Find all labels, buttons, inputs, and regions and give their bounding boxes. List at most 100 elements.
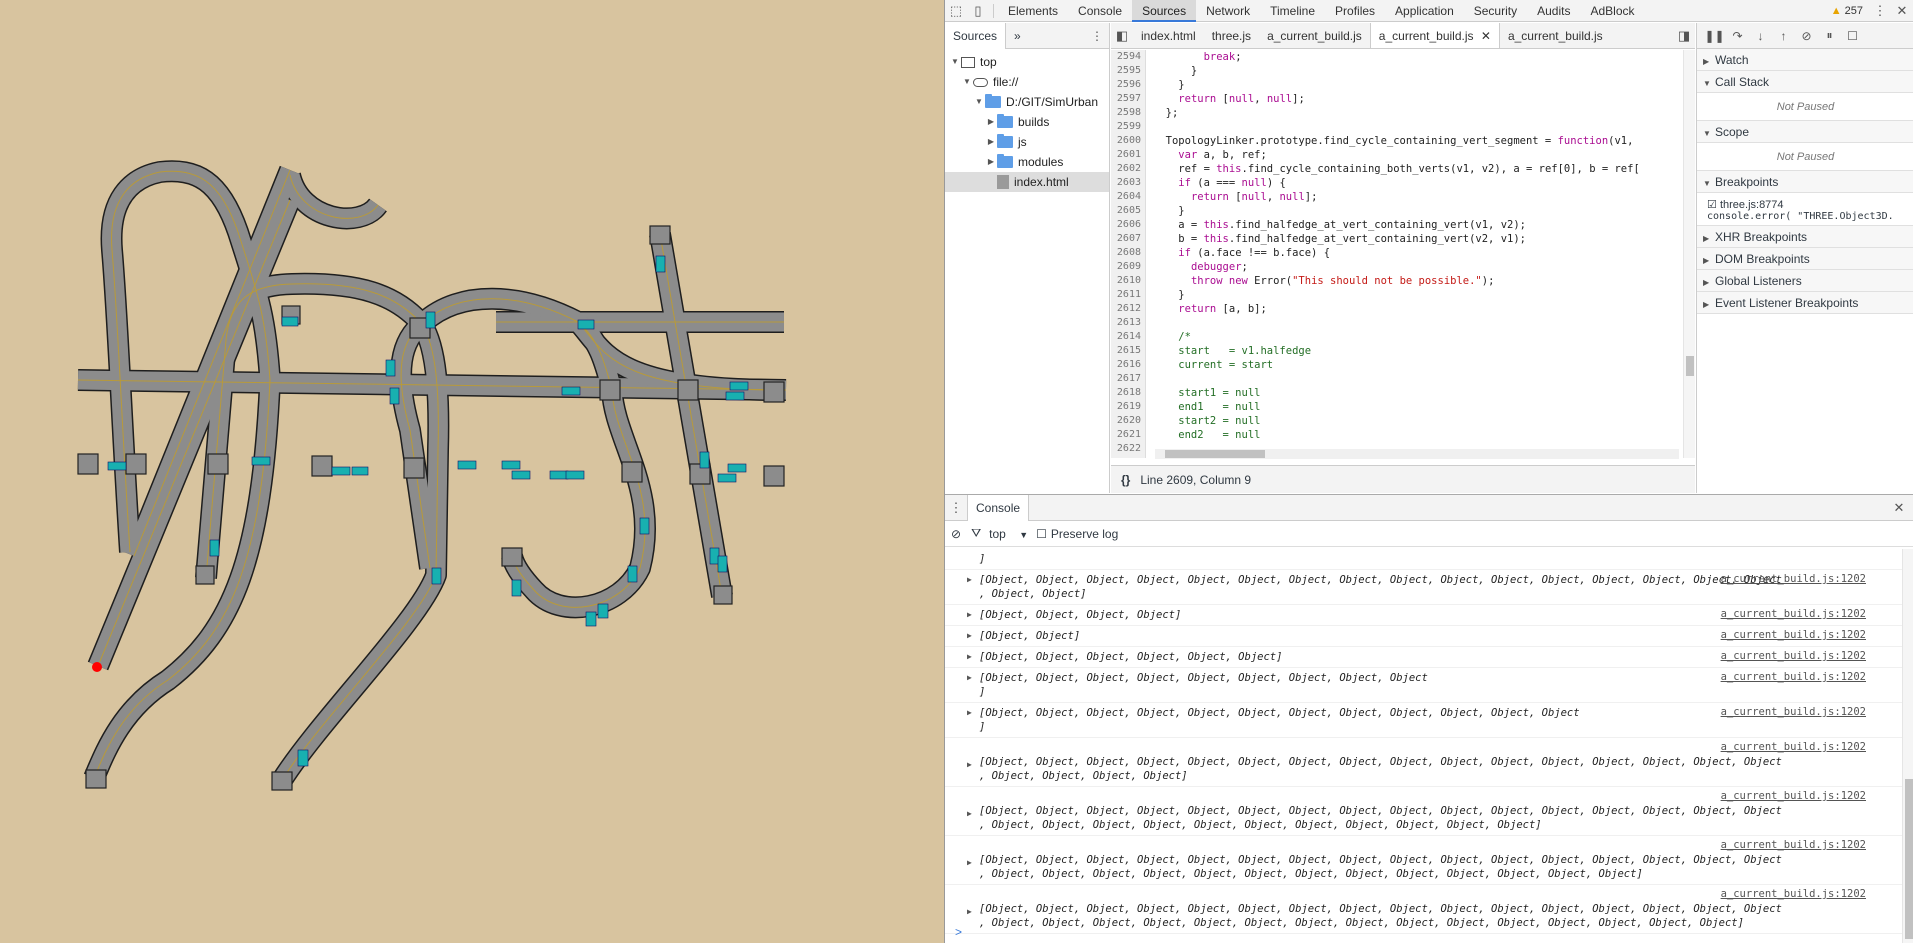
expand-arrow-icon[interactable]: ▶ [967,608,972,622]
toggle-navigator-icon[interactable]: ◧ [1111,25,1133,47]
more-options-icon[interactable]: ⋮ [1869,0,1891,22]
toggle-debugger-icon[interactable]: ◨ [1673,25,1695,47]
tree-item-js[interactable]: ▶ js [945,132,1109,152]
code-line[interactable]: 2605 } [1111,204,1695,218]
code-line[interactable]: 2611 } [1111,288,1695,302]
line-number[interactable]: 2605 [1111,204,1141,218]
line-number[interactable]: 2597 [1111,92,1141,106]
context-select[interactable]: top ▼ [989,527,1036,541]
console-message[interactable]: ▶ a_current_build.js:1202 [Object, Object,… [945,605,1902,626]
source-link[interactable]: a_current_build.js:1202 [1721,789,1866,803]
pause-on-exceptions-icon[interactable]: ⏸ [1818,28,1841,43]
source-link[interactable]: a_current_build.js:1202 [1721,572,1866,586]
tree-item-file-scheme[interactable]: ▼ file:// [945,72,1109,92]
code-line[interactable]: 2619 end1 = null [1111,400,1695,414]
warning-counter[interactable]: ▲ 257 [1825,5,1869,17]
source-link[interactable]: a_current_build.js:1202 [1721,705,1866,719]
pretty-print-icon[interactable]: {} [1111,473,1140,487]
code-view[interactable]: 2594 break; 2595 } 2596 } 2597 return [null… [1111,50,1695,458]
console-scrollbar[interactable] [1902,549,1913,943]
console-message[interactable]: ▶ a_current_build.js:1202 [Object, Object,… [945,647,1902,668]
step-over-icon[interactable]: ↷ [1726,29,1749,43]
watch-section[interactable]: ▶ Watch [1697,49,1913,71]
source-link[interactable]: a_current_build.js:1202 [1721,649,1866,663]
collapse-arrow-icon[interactable]: ▶ [985,152,997,172]
code-line[interactable]: 2599 [1111,120,1695,134]
line-number[interactable]: 2623 [1111,456,1141,458]
code-line[interactable]: 2597 return [null, null]; [1111,92,1695,106]
tab-network[interactable]: Network [1196,0,1260,22]
call-stack-section[interactable]: ▼ Call Stack [1697,71,1913,93]
collapse-arrow-icon[interactable]: ▶ [985,132,997,152]
inspect-element-icon[interactable]: ⬚ [945,0,967,22]
code-line[interactable]: 2594 break; [1111,50,1695,64]
code-line[interactable]: 2598 }; [1111,106,1695,120]
line-number[interactable]: 2607 [1111,232,1141,246]
line-number[interactable]: 2595 [1111,64,1141,78]
expand-arrow-icon[interactable]: ▶ [967,807,972,821]
tab-adblock[interactable]: AdBlock [1580,0,1644,22]
line-number[interactable]: 2615 [1111,344,1141,358]
collapse-arrow-icon[interactable]: ▶ [985,112,997,132]
code-line[interactable]: 2600 TopologyLinker.prototype.find_cycle… [1111,134,1695,148]
global-listeners-section[interactable]: ▶ Global Listeners [1697,270,1913,292]
async-checkbox-icon[interactable]: ☐ [1841,29,1864,43]
event-listener-breakpoints-section[interactable]: ▶ Event Listener Breakpoints [1697,292,1913,314]
line-number[interactable]: 2620 [1111,414,1141,428]
dom-breakpoints-section[interactable]: ▶ DOM Breakpoints [1697,248,1913,270]
close-drawer-icon[interactable]: ✕ [1888,497,1910,519]
line-number[interactable]: 2622 [1111,442,1141,456]
expand-arrow-icon[interactable]: ▶ [967,671,972,685]
line-number[interactable]: 2617 [1111,372,1141,386]
line-number[interactable]: 2600 [1111,134,1141,148]
line-number[interactable]: 2619 [1111,400,1141,414]
console-message[interactable]: ▶ a_current_build.js:1202 [Object, Object] [945,626,1902,647]
console-message[interactable]: ▶ a_current_build.js:1202 [Object, Object,… [945,738,1902,787]
scope-section[interactable]: ▼ Scope [1697,121,1913,143]
code-line[interactable]: 2620 start2 = null [1111,414,1695,428]
console-message[interactable]: ▶ a_current_build.js:1202 [Object, Object,… [945,570,1902,605]
tab-console[interactable]: Console [1068,0,1132,22]
source-link[interactable]: a_current_build.js:1202 [1721,607,1866,621]
drawer-tab-console[interactable]: Console [967,494,1030,521]
line-number[interactable]: 2594 [1111,50,1141,64]
breakpoints-section[interactable]: ▼ Breakpoints [1697,171,1913,193]
code-line[interactable]: 2609 debugger; [1111,260,1695,274]
editor-tab-active[interactable]: a_current_build.js ✕ [1369,23,1500,48]
console-message[interactable]: ] [945,549,1902,570]
source-link[interactable]: a_current_build.js:1202 [1721,838,1866,852]
tab-application[interactable]: Application [1385,0,1464,22]
drawer-menu-icon[interactable]: ⋮ [945,497,967,519]
expand-arrow-icon[interactable]: ▶ [967,856,972,870]
line-number[interactable]: 2616 [1111,358,1141,372]
close-devtools-icon[interactable]: ✕ [1891,0,1913,22]
preserve-log-checkbox[interactable]: ☐ [1036,527,1047,541]
filter-icon[interactable]: ⛛ [971,526,981,541]
console-message[interactable]: ▶ a_current_build.js:1202 [Object, Object,… [945,885,1902,934]
tab-audits[interactable]: Audits [1527,0,1580,22]
scrollbar-thumb[interactable] [1686,356,1694,376]
scrollbar-thumb[interactable] [1905,779,1913,939]
navigator-menu-icon[interactable]: ⋮ [1091,23,1103,49]
line-number[interactable]: 2604 [1111,190,1141,204]
expand-arrow-icon[interactable]: ▼ [961,72,973,92]
expand-arrow-icon[interactable]: ▼ [973,92,985,112]
line-number[interactable]: 2596 [1111,78,1141,92]
line-number[interactable]: 2610 [1111,274,1141,288]
tree-item-index-html[interactable]: index.html [945,172,1109,192]
line-number[interactable]: 2606 [1111,218,1141,232]
scene-canvas[interactable] [0,0,944,943]
code-line[interactable]: 2604 return [null, null]; [1111,190,1695,204]
line-number[interactable]: 2609 [1111,260,1141,274]
code-line[interactable]: 2610 throw new Error("This should not be… [1111,274,1695,288]
expand-arrow-icon[interactable]: ▶ [967,706,972,720]
breakpoint-item[interactable]: ☑ three.js:8774 console.error( "THREE.Ob… [1697,193,1913,226]
line-number[interactable]: 2612 [1111,302,1141,316]
tab-sources[interactable]: Sources [1132,0,1197,22]
code-line[interactable]: 2616 current = start [1111,358,1695,372]
tree-item-modules[interactable]: ▶ modules [945,152,1109,172]
line-number[interactable]: 2611 [1111,288,1141,302]
editor-tab[interactable]: three.js [1204,23,1259,48]
clear-console-icon[interactable]: ⊘ [951,527,961,541]
expand-arrow-icon[interactable]: ▶ [967,573,972,587]
